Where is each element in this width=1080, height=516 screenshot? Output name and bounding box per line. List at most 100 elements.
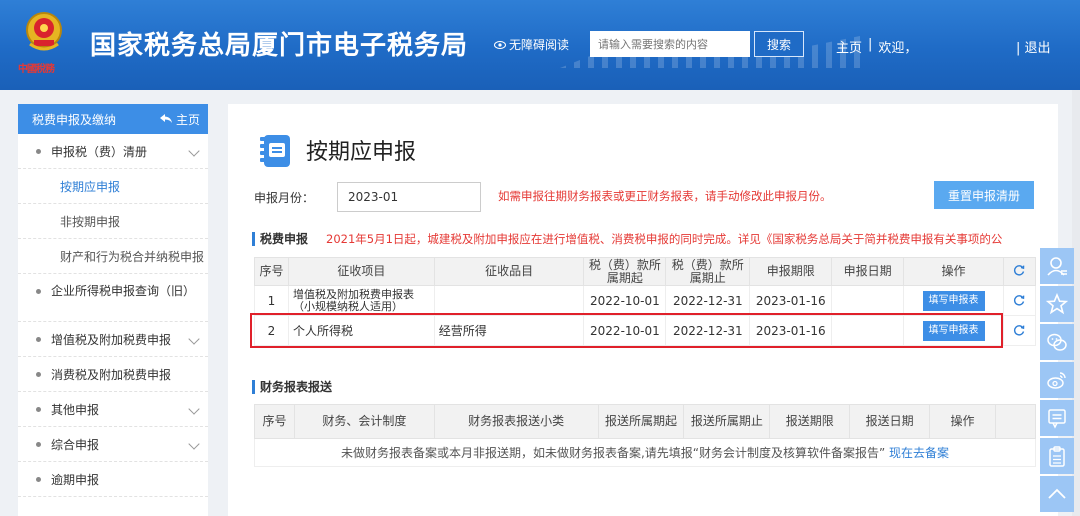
column-header: 报送期限 (769, 404, 851, 439)
search-input[interactable] (590, 31, 750, 57)
accessibility-label: 无障碍阅读 (509, 38, 570, 52)
row-action: 填写申报表 (903, 285, 1004, 316)
financial-report-section-title: 财务报表报送 (252, 380, 332, 394)
logout-link[interactable]: | 退出 (1016, 37, 1051, 56)
sidebar-header: 税费申报及缴纳 主页 (18, 104, 208, 134)
tax-declaration-table: 序号 征收项目 征收品目 税（费）款所属期起 税（费）款所属期止 申报期限 申报… (254, 257, 1037, 346)
sidebar-item-other-declaration[interactable]: 其他申报 (18, 392, 208, 427)
row-category: 经营所得 (433, 315, 585, 346)
tax-declaration-section-title: 税费申报 (252, 232, 308, 246)
bullet-icon (36, 371, 41, 377)
sidebar-item-corporate-income-tax[interactable]: 企业所得税申报查询（旧） (18, 274, 208, 322)
message-button[interactable] (1040, 400, 1074, 436)
table-row: 2 个人所得税 经营所得 2022-10-01 2022-12-31 2023-… (254, 315, 1037, 346)
tax-emblem-icon (26, 12, 62, 51)
clipboard-icon (1049, 446, 1065, 467)
sidebar-item-property-tax-declaration[interactable]: 财产和行为税合并纳税申报 (18, 239, 208, 274)
emblem-caption: 中國稅務 (18, 64, 55, 75)
bullet-icon (36, 406, 41, 412)
row-deadline: 2023-01-16 (749, 285, 833, 316)
column-header: 财务报表报送小类 (433, 404, 599, 439)
table-row: 未做财务报表备案或本月非报送期，如未做财务报表备案,请先填报“财务会计制度及核算… (254, 438, 1036, 467)
accessibility-link[interactable]: 无障碍阅读 (494, 36, 569, 53)
sidebar: 税费申报及缴纳 主页 申报税（费）清册 按期应申报 非按期申报 财产和行为税合并… (18, 104, 208, 516)
row-item: 增值税及附加税费申报表（小规模纳税人适用） (287, 285, 435, 316)
row-deadline: 2023-01-16 (749, 315, 833, 346)
column-header: 报送所属期止 (683, 404, 771, 439)
chevron-down-icon (188, 333, 200, 345)
table-header-row: 序号 财务、会计制度 财务报表报送小类 报送所属期起 报送所属期止 报送期限 报… (254, 404, 1037, 439)
sidebar-item-vat-declaration[interactable]: 增值税及附加税费申报 (18, 322, 208, 357)
sidebar-home-label: 主页 (175, 112, 200, 127)
message-icon (1048, 409, 1066, 429)
column-header: 报送日期 (849, 404, 931, 439)
chevron-down-icon (188, 438, 200, 450)
sidebar-item-label: 增值税及附加税费申报 (51, 332, 172, 347)
favorite-button[interactable] (1040, 286, 1074, 322)
welcome-text: 欢迎， (878, 41, 918, 56)
sidebar-item-overdue-declaration[interactable]: 逾期申报 (18, 462, 208, 497)
column-header: 序号 (254, 404, 295, 439)
refresh-icon[interactable] (1013, 264, 1025, 276)
column-header: 申报期限 (749, 257, 833, 286)
user-icon (1047, 257, 1067, 276)
bullet-icon (36, 336, 41, 342)
month-tip: 如需申报往期财务报表或更正财务报表，请手动修改此申报月份。 (498, 189, 832, 203)
bullet-icon (36, 441, 41, 447)
star-icon (1046, 293, 1068, 315)
row-action: 填写申报表 (903, 315, 1004, 346)
refresh-icon[interactable] (1013, 324, 1025, 336)
sidebar-home-link[interactable]: 主页 (159, 111, 200, 128)
user-button[interactable] (1040, 248, 1074, 284)
page-title: 按期应申报 (306, 140, 417, 165)
wechat-button[interactable] (1040, 324, 1074, 360)
column-header: 报送所属期起 (597, 404, 685, 439)
nav-separator: | (868, 37, 873, 52)
fill-form-button[interactable]: 填写申报表 (922, 290, 985, 311)
sidebar-item-label: 综合申报 (51, 437, 100, 452)
sidebar-item-comprehensive-declaration[interactable]: 综合申报 (18, 427, 208, 462)
weibo-icon (1047, 372, 1066, 389)
sidebar-item-non-periodic-declaration[interactable]: 非按期申报 (18, 204, 208, 239)
row-start: 2022-10-01 (583, 285, 667, 316)
column-header: 操作 (929, 404, 996, 439)
back-to-top-icon (1048, 488, 1066, 499)
refresh-icon[interactable] (1013, 294, 1025, 306)
column-header: 操作 (903, 257, 1004, 286)
row-end: 2022-12-31 (665, 315, 751, 346)
sidebar-item-consumption-tax-declaration[interactable]: 消费税及附加税费申报 (18, 357, 208, 392)
row-item: 个人所得税 (287, 315, 435, 346)
declaration-month-input[interactable] (337, 182, 481, 212)
month-label: 申报月份： (254, 191, 315, 205)
sidebar-item-label: 逾期申报 (51, 472, 100, 487)
reset-declaration-list-button[interactable]: 重置申报清册 (934, 181, 1034, 209)
eye-icon (494, 40, 506, 49)
back-to-top-button[interactable] (1040, 476, 1074, 512)
sidebar-title: 税费申报及缴纳 (32, 112, 117, 127)
row-refresh (1002, 315, 1037, 346)
tax-notice[interactable]: 2021年5月1日起，城建税及附加申报应在进行增值税、消费税申报的同时完成。详见… (326, 232, 1038, 246)
column-header: 申报日期 (831, 257, 905, 286)
weibo-button[interactable] (1040, 362, 1074, 398)
search-button[interactable]: 搜索 (754, 31, 804, 57)
bullet-icon (36, 148, 41, 154)
main-panel: 按期应申报 申报月份： 如需申报往期财务报表或更正财务报表，请手动修改此申报月份… (228, 104, 1058, 516)
fill-form-button[interactable]: 填写申报表 (922, 320, 985, 341)
home-link[interactable]: 主页 (836, 37, 862, 56)
clipboard-button[interactable] (1040, 438, 1074, 474)
sidebar-item-declaration-list[interactable]: 申报税（费）清册 (18, 134, 208, 169)
row-start: 2022-10-01 (583, 315, 667, 346)
back-arrow-icon (159, 114, 172, 123)
bullet-icon (36, 289, 41, 294)
refresh-all-cell[interactable] (1002, 257, 1037, 286)
row-refresh (1002, 285, 1037, 316)
row-number: 1 (254, 285, 289, 316)
sidebar-item-label: 消费税及附加税费申报 (51, 367, 172, 382)
bullet-icon (36, 476, 41, 482)
chevron-down-icon (188, 403, 200, 415)
sidebar-item-periodic-declaration[interactable]: 按期应申报 (18, 169, 208, 204)
empty-message-cell: 未做财务报表备案或本月非报送期，如未做财务报表备案,请先填报“财务会计制度及核算… (254, 438, 1036, 467)
go-register-link[interactable]: 现在去备案 (889, 446, 949, 460)
row-category (433, 285, 585, 316)
column-header: 征收品目 (433, 257, 585, 286)
